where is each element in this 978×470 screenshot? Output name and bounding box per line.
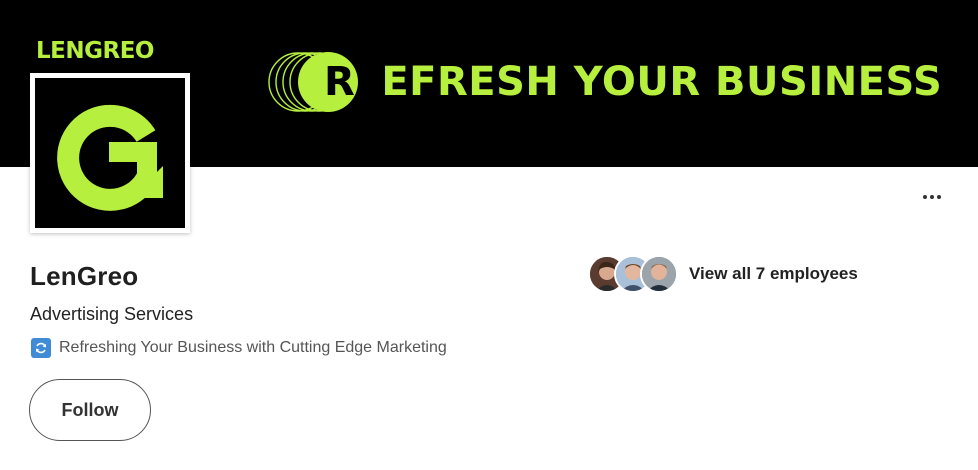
- follow-button[interactable]: Follow: [29, 379, 151, 441]
- banner-tagline-rest: EFRESH YOUR BUSINESS: [381, 59, 943, 105]
- refresh-icon: [31, 338, 51, 358]
- avatar: [640, 255, 678, 293]
- more-options-button[interactable]: [916, 186, 948, 208]
- company-page-card: LENGREO R REFRESH YOUR BUSINESS LenGreo …: [0, 0, 978, 470]
- company-tagline: Refreshing Your Business with Cutting Ed…: [31, 338, 447, 358]
- company-name: LenGreo: [30, 261, 139, 291]
- company-logo[interactable]: [30, 73, 190, 233]
- banner-ring-letter: R: [324, 59, 355, 105]
- more-options-icon-dot: [937, 195, 941, 199]
- banner-brand-text: LENGREO: [36, 38, 154, 64]
- company-industry: Advertising Services: [30, 304, 194, 324]
- view-employees-link[interactable]: View all 7 employees: [689, 264, 858, 284]
- more-options-icon-dot: [930, 195, 934, 199]
- employees-link[interactable]: View all 7 employees: [588, 254, 858, 294]
- company-tagline-text: Refreshing Your Business with Cutting Ed…: [59, 339, 447, 356]
- more-options-icon-dot: [923, 195, 927, 199]
- banner-tagline: REFRESH YOUR BUSINESS: [350, 58, 942, 106]
- employee-avatars: [588, 254, 680, 294]
- lengreo-logo-icon: [57, 104, 163, 211]
